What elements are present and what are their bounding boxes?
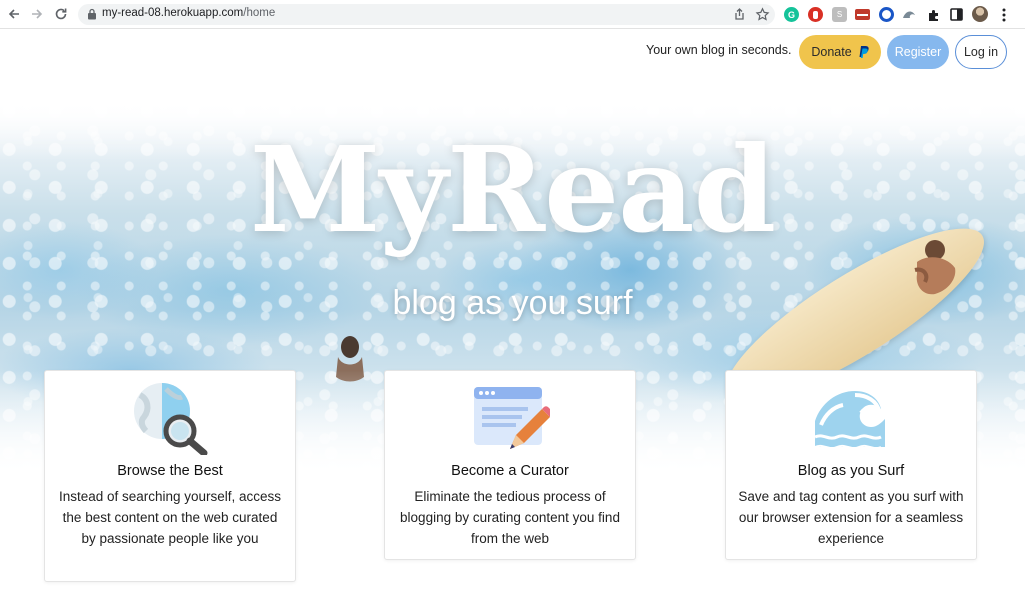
login-button[interactable]: Log in: [955, 35, 1007, 69]
feature-card-browse: Browse the Best Instead of searching you…: [44, 370, 296, 582]
chrome-menu-icon[interactable]: [996, 7, 1011, 22]
feature-title: Become a Curator: [451, 463, 569, 479]
document-pencil-icon: [474, 387, 550, 449]
red-bar-extension-icon[interactable]: [855, 9, 870, 20]
lock-icon: [88, 8, 96, 20]
donate-button[interactable]: Donate: [799, 35, 881, 69]
gray-extension-icon[interactable]: S: [832, 7, 847, 22]
donate-label: Donate: [811, 45, 852, 59]
url-path: /home: [243, 7, 276, 19]
address-bar[interactable]: my-read-08.herokuapp.com/home: [78, 4, 775, 25]
extensions-puzzle-icon[interactable]: [926, 7, 941, 22]
tagline: Your own blog in seconds.: [646, 43, 792, 57]
paypal-icon: [859, 45, 869, 58]
url-domain: my-read-08.herokuapp.com: [102, 7, 244, 19]
register-button[interactable]: Register: [887, 35, 949, 69]
blue-ring-extension-icon[interactable]: [879, 7, 894, 22]
wave-extension-icon[interactable]: [902, 7, 917, 22]
feature-description: Eliminate the tedious process of bloggin…: [400, 489, 620, 546]
forward-arrow-icon: [32, 9, 43, 19]
feature-title: Browse the Best: [117, 463, 223, 479]
reload-button[interactable]: [51, 4, 71, 24]
globe-magnifier-icon: [134, 383, 208, 455]
back-button[interactable]: [4, 4, 24, 24]
feature-title: Blog as you Surf: [797, 463, 905, 479]
browser-toolbar: my-read-08.herokuapp.com/home G S: [0, 0, 1025, 29]
share-icon[interactable]: [732, 7, 747, 22]
red-extension-icon[interactable]: [808, 7, 823, 22]
hero-subtitle: blog as you surf: [392, 284, 633, 322]
feature-card-curator: Become a Curator Eliminate the tedious p…: [384, 370, 636, 560]
grammarly-extension-icon[interactable]: G: [784, 7, 799, 22]
profile-avatar[interactable]: [972, 6, 988, 22]
reload-icon: [55, 8, 67, 20]
feature-description: Save and tag content as you surf with ou…: [738, 489, 964, 546]
hero-title: MyRead: [249, 120, 776, 259]
bookmark-star-icon[interactable]: [755, 7, 770, 22]
wave-icon: [814, 391, 885, 450]
url-text: my-read-08.herokuapp.com/home: [102, 7, 275, 19]
forward-button[interactable]: [27, 4, 47, 24]
page-content: MyRead blog as you surf Your own blog in…: [0, 30, 1025, 590]
feature-card-surf: Blog as you Surf Save and tag content as…: [725, 370, 977, 560]
small-wave-icon: [903, 11, 915, 18]
side-panel-icon[interactable]: [949, 7, 964, 22]
back-arrow-icon: [8, 9, 19, 19]
feature-description: Instead of searching yourself, access th…: [58, 489, 282, 546]
